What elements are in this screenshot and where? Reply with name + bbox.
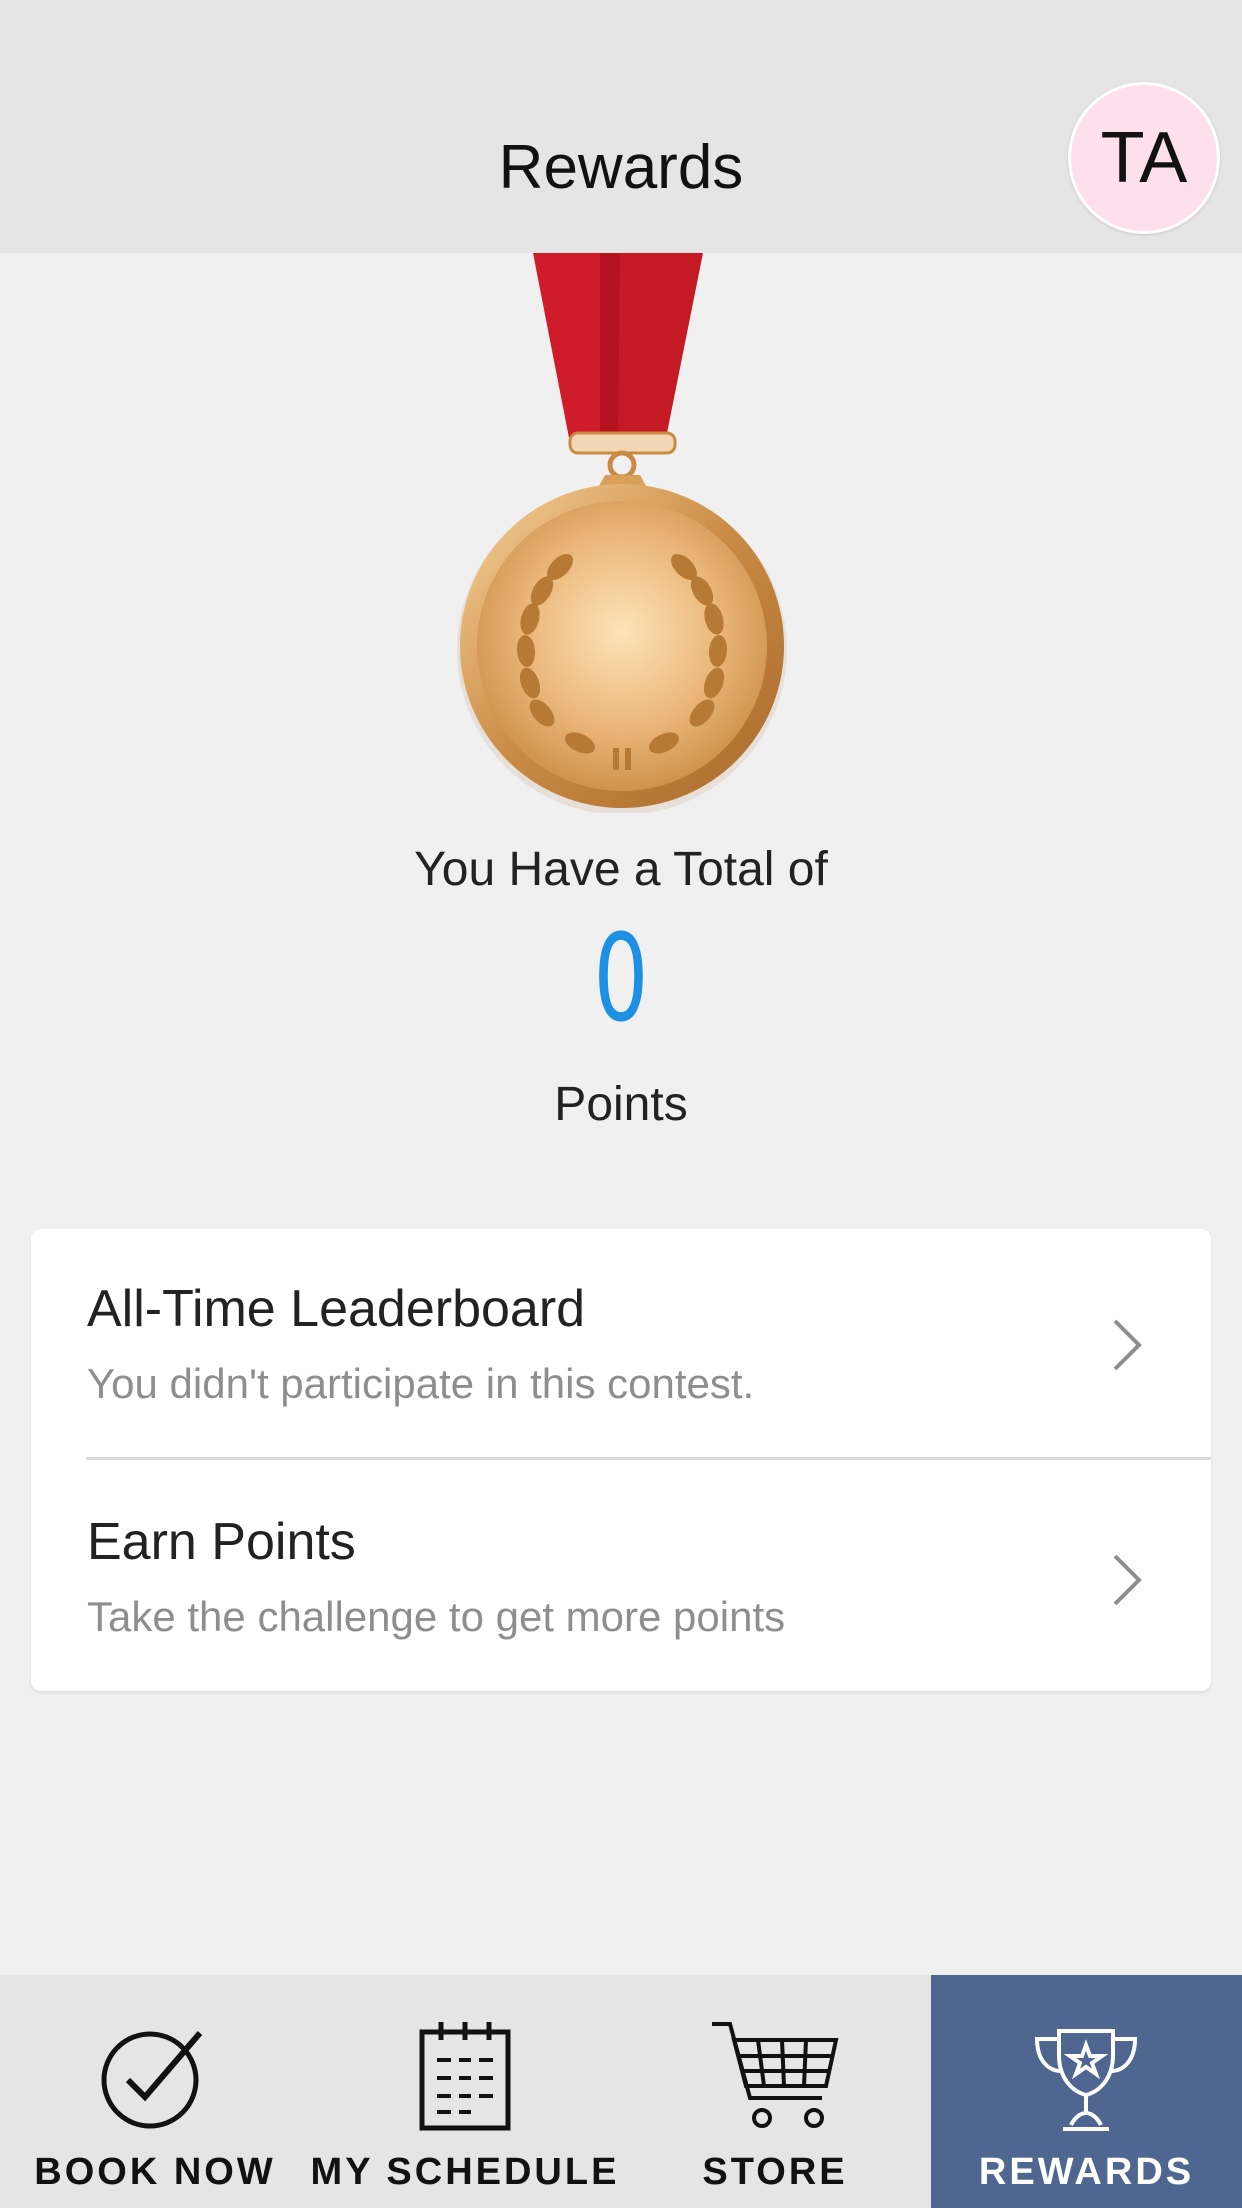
points-value: 0 xyxy=(593,910,649,1049)
page-title: Rewards xyxy=(498,133,744,202)
bottom-tab-bar: BOOK NOW MY SCHEDULE STORE REWARDS xyxy=(0,1975,1242,2208)
tab-label: BOOK NOW xyxy=(34,2151,276,2193)
rewards-options-card: All-Time Leaderboard You didn't particip… xyxy=(31,1229,1211,1691)
tab-store[interactable]: STORE xyxy=(620,1975,930,2208)
chevron-right-icon xyxy=(1113,1319,1142,1371)
tab-label: STORE xyxy=(702,2151,848,2193)
medal-icon xyxy=(457,253,787,813)
tab-rewards[interactable]: REWARDS xyxy=(931,1975,1242,2208)
leaderboard-row[interactable]: All-Time Leaderboard You didn't particip… xyxy=(31,1229,1211,1460)
check-circle-icon xyxy=(101,2031,203,2129)
earn-points-title: Earn Points xyxy=(87,1513,356,1571)
total-points-label: You Have a Total of xyxy=(414,843,828,896)
leaderboard-title: All-Time Leaderboard xyxy=(87,1280,586,1338)
tab-book-now[interactable]: BOOK NOW xyxy=(0,1975,310,2208)
points-unit-label: Points xyxy=(554,1078,688,1131)
leaderboard-subtitle: You didn't participate in this contest. xyxy=(87,1360,755,1407)
tab-my-schedule[interactable]: MY SCHEDULE xyxy=(310,1975,620,2208)
earn-points-subtitle: Take the challenge to get more points xyxy=(87,1593,786,1640)
chevron-right-icon xyxy=(1113,1554,1142,1606)
tab-label: REWARDS xyxy=(978,2151,1195,2193)
avatar[interactable]: TA xyxy=(1068,82,1220,234)
tab-label: MY SCHEDULE xyxy=(310,2151,620,2193)
trophy-icon xyxy=(1034,2029,1138,2131)
earn-points-row[interactable]: Earn Points Take the challenge to get mo… xyxy=(31,1460,1211,1691)
shopping-cart-icon xyxy=(712,2022,839,2128)
calendar-notepad-icon xyxy=(419,2022,511,2131)
header-bar: Rewards TA xyxy=(0,0,1242,253)
